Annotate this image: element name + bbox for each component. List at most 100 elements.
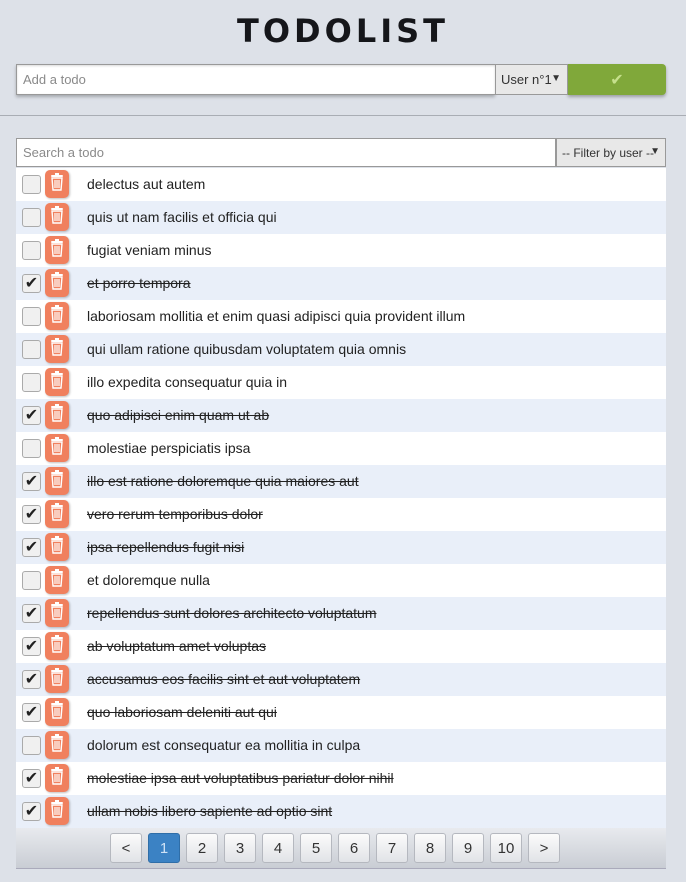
- delete-button[interactable]: [45, 368, 69, 396]
- todo-text: qui ullam ratione quibusdam voluptatem q…: [87, 341, 407, 357]
- page-button-7[interactable]: 7: [376, 833, 408, 863]
- todo-checkbox[interactable]: [22, 373, 41, 392]
- delete-button[interactable]: [45, 467, 69, 495]
- delete-button[interactable]: [45, 797, 69, 825]
- todo-row: et doloremque nulla: [16, 564, 666, 597]
- filter-by-user-select[interactable]: -- Filter by user -- ▼: [556, 138, 666, 167]
- trash-icon: [50, 667, 64, 691]
- delete-button[interactable]: [45, 170, 69, 198]
- todo-text: quis ut nam facilis et officia qui: [87, 209, 277, 225]
- page-button-2[interactable]: 2: [186, 833, 218, 863]
- divider: [0, 115, 686, 116]
- delete-button[interactable]: [45, 302, 69, 330]
- todo-text: quo laboriosam deleniti aut qui: [87, 704, 277, 720]
- todo-checkbox[interactable]: ✔: [22, 505, 41, 524]
- todo-row: ✔ illo est ratione doloremque quia maiore…: [16, 465, 666, 498]
- todo-checkbox[interactable]: ✔: [22, 703, 41, 722]
- page-button-6[interactable]: 6: [338, 833, 370, 863]
- todo-text: vero rerum temporibus dolor: [87, 506, 263, 522]
- todo-checkbox[interactable]: [22, 439, 41, 458]
- trash-icon: [50, 271, 64, 295]
- delete-button[interactable]: [45, 401, 69, 429]
- trash-icon: [50, 337, 64, 361]
- search-bar: -- Filter by user -- ▼: [16, 138, 666, 167]
- page-button-8[interactable]: 8: [414, 833, 446, 863]
- page-button-4[interactable]: 4: [262, 833, 294, 863]
- todo-checkbox[interactable]: [22, 175, 41, 194]
- add-todo-input[interactable]: [16, 64, 495, 95]
- todo-checkbox[interactable]: [22, 736, 41, 755]
- todo-row: illo expedita consequatur quia in: [16, 366, 666, 399]
- todo-checkbox[interactable]: ✔: [22, 472, 41, 491]
- trash-icon: [50, 568, 64, 592]
- trash-icon: [50, 469, 64, 493]
- todo-row: ✔ quo adipisci enim quam ut ab: [16, 399, 666, 432]
- todo-checkbox[interactable]: [22, 208, 41, 227]
- todo-list: delectus aut autem quis ut nam facilis et…: [16, 168, 666, 828]
- todo-text: ipsa repellendus fugit nisi: [87, 539, 245, 555]
- todo-text: repellendus sunt dolores architecto volu…: [87, 605, 377, 621]
- prev-page-button[interactable]: <: [110, 833, 142, 863]
- add-todo-form: User n°1 ▼ ✔: [16, 64, 666, 95]
- todo-checkbox[interactable]: ✔: [22, 604, 41, 623]
- next-page-button[interactable]: >: [528, 833, 560, 863]
- todo-text: laboriosam mollitia et enim quasi adipis…: [87, 308, 466, 324]
- todo-row: quis ut nam facilis et officia qui: [16, 201, 666, 234]
- user-select[interactable]: User n°1 ▼: [495, 64, 568, 95]
- page-button-5[interactable]: 5: [300, 833, 332, 863]
- delete-button[interactable]: [45, 566, 69, 594]
- todo-checkbox[interactable]: ✔: [22, 769, 41, 788]
- trash-icon: [50, 403, 64, 427]
- delete-button[interactable]: [45, 665, 69, 693]
- user-select-value: User n°1: [501, 72, 552, 87]
- todo-text: et porro tempora: [87, 275, 191, 291]
- todo-text: illo est ratione doloremque quia maiores…: [87, 473, 359, 489]
- todo-checkbox[interactable]: [22, 571, 41, 590]
- trash-icon: [50, 733, 64, 757]
- todo-text: quo adipisci enim quam ut ab: [87, 407, 270, 423]
- add-todo-button[interactable]: ✔: [568, 64, 666, 95]
- todo-checkbox[interactable]: [22, 307, 41, 326]
- trash-icon: [50, 172, 64, 196]
- todo-checkbox[interactable]: ✔: [22, 406, 41, 425]
- todo-checkbox[interactable]: ✔: [22, 637, 41, 656]
- trash-icon: [50, 238, 64, 262]
- page-button-1[interactable]: 1: [148, 833, 180, 863]
- page-button-3[interactable]: 3: [224, 833, 256, 863]
- todo-text: molestiae perspiciatis ipsa: [87, 440, 251, 456]
- todo-text: illo expedita consequatur quia in: [87, 374, 288, 390]
- todo-row: qui ullam ratione quibusdam voluptatem q…: [16, 333, 666, 366]
- todo-checkbox[interactable]: ✔: [22, 538, 41, 557]
- trash-icon: [50, 304, 64, 328]
- todo-text: accusamus eos facilis sint et aut volupt…: [87, 671, 361, 687]
- delete-button[interactable]: [45, 533, 69, 561]
- delete-button[interactable]: [45, 764, 69, 792]
- check-icon: ✔: [610, 71, 624, 89]
- todo-text: et doloremque nulla: [87, 572, 210, 588]
- delete-button[interactable]: [45, 203, 69, 231]
- delete-button[interactable]: [45, 236, 69, 264]
- delete-button[interactable]: [45, 434, 69, 462]
- delete-button[interactable]: [45, 500, 69, 528]
- todo-row: ✔ et porro tempora: [16, 267, 666, 300]
- delete-button[interactable]: [45, 335, 69, 363]
- todo-checkbox[interactable]: ✔: [22, 802, 41, 821]
- trash-icon: [50, 799, 64, 823]
- delete-button[interactable]: [45, 269, 69, 297]
- page-button-9[interactable]: 9: [452, 833, 484, 863]
- delete-button[interactable]: [45, 731, 69, 759]
- delete-button[interactable]: [45, 599, 69, 627]
- todo-row: ✔ molestiae ipsa aut voluptatibus pariatu…: [16, 762, 666, 795]
- todo-checkbox[interactable]: ✔: [22, 274, 41, 293]
- search-input[interactable]: [16, 138, 556, 167]
- delete-button[interactable]: [45, 698, 69, 726]
- caret-down-icon: ▼: [650, 146, 660, 157]
- trash-icon: [50, 535, 64, 559]
- todo-checkbox[interactable]: [22, 340, 41, 359]
- todo-checkbox[interactable]: [22, 241, 41, 260]
- page-button-10[interactable]: 10: [490, 833, 522, 863]
- delete-button[interactable]: [45, 632, 69, 660]
- todo-text: fugiat veniam minus: [87, 242, 212, 258]
- todo-checkbox[interactable]: ✔: [22, 670, 41, 689]
- trash-icon: [50, 436, 64, 460]
